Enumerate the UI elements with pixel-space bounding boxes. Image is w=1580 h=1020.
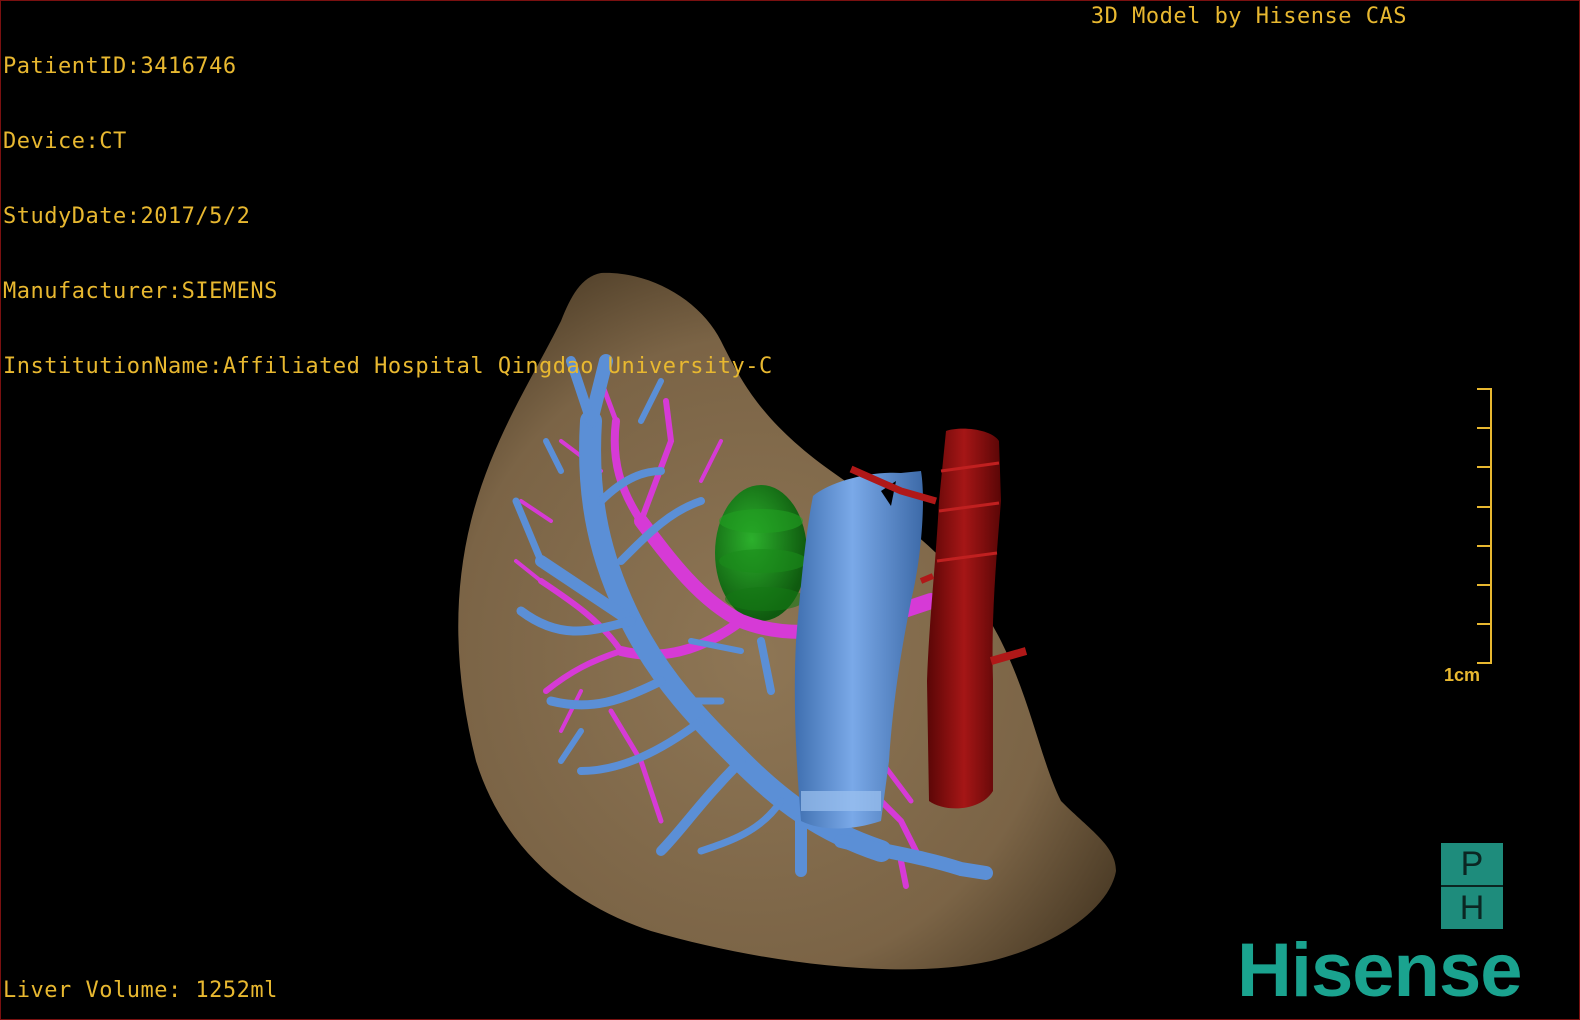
- ph-logo-top: P: [1441, 843, 1503, 887]
- scale-bar: [1477, 388, 1492, 664]
- manufacturer-text: Manufacturer:SIEMENS: [3, 279, 278, 304]
- ph-logo-bottom: H: [1459, 888, 1485, 927]
- hisense-logo: Hisense: [1237, 928, 1522, 1013]
- dicom-info-block: PatientID:3416746 Device:CT StudyDate:20…: [3, 4, 773, 429]
- model-credit-text: 3D Model by Hisense CAS: [1090, 4, 1407, 29]
- render-viewport[interactable]: PatientID:3416746 Device:CT StudyDate:20…: [0, 0, 1580, 1020]
- study-date-text: StudyDate:2017/5/2: [3, 204, 251, 229]
- institution-text: InstitutionName:Affiliated Hospital Qing…: [3, 354, 773, 379]
- patient-id-text: PatientID:3416746: [3, 54, 237, 79]
- ph-logo: P H: [1441, 843, 1503, 929]
- gallbladder: [715, 485, 807, 621]
- scale-bar-label: 1cm: [1444, 665, 1481, 685]
- device-text: Device:CT: [3, 129, 127, 154]
- liver-volume-text: Liver Volume: 1252ml: [3, 978, 278, 1003]
